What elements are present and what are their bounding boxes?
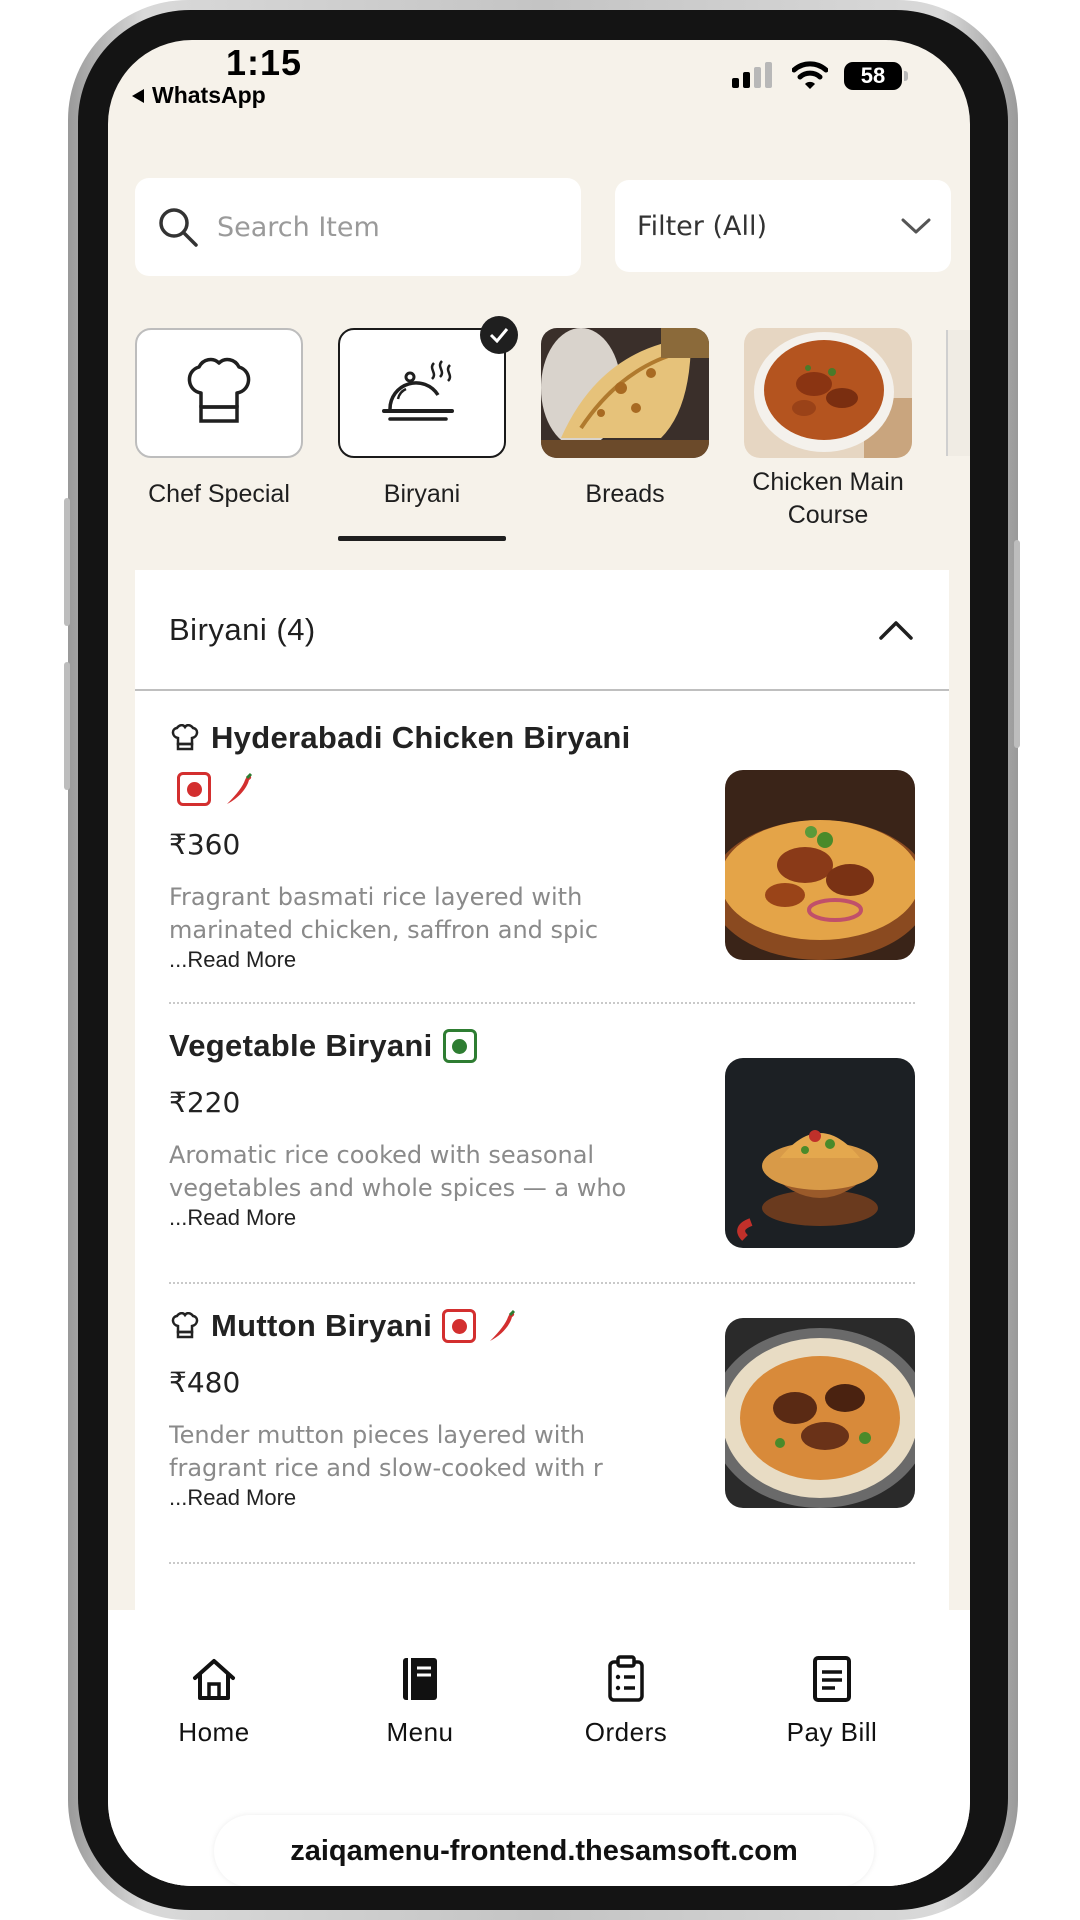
back-app-label: WhatsApp [152, 82, 266, 108]
non-veg-icon [442, 1309, 477, 1343]
item-name: Hyderabadi Chicken Biryani [211, 720, 631, 755]
battery-cap [904, 71, 908, 81]
chicken-curry-photo [744, 328, 912, 458]
item-photo [725, 1058, 915, 1248]
chef-special-icon [171, 724, 199, 751]
browser-url-bar[interactable]: zaiqamenu-frontend.thesamsoft.com [214, 1815, 874, 1886]
category-chicken-main-course[interactable]: Chicken Main Course [744, 328, 912, 532]
item-description: Fragrant basmati rice layered with marin… [169, 883, 599, 944]
item-photo [725, 1318, 915, 1508]
category-label: Chicken Main Course [752, 468, 904, 529]
category-chef-special[interactable]: Chef Special [135, 328, 303, 511]
selected-check-icon [480, 316, 518, 354]
item-title-row: Vegetable Biryani [169, 1028, 689, 1064]
item-name: Vegetable Biryani [169, 1028, 433, 1063]
menu-item[interactable]: Vegetable Biryani ₹220 Aromatic rice coo… [169, 1028, 915, 1284]
category-breads[interactable]: Breads [541, 328, 709, 511]
nav-home[interactable]: Home [134, 1654, 294, 1748]
status-time: 1:15 [226, 42, 303, 83]
nav-orders[interactable]: Orders [546, 1654, 706, 1748]
phone-side-button [64, 662, 70, 790]
category-biryani[interactable]: Biryani [338, 316, 518, 511]
nav-label: Home [178, 1717, 250, 1747]
search-box[interactable] [135, 178, 581, 276]
item-name: Mutton Biryani [211, 1308, 433, 1343]
chef-hat-icon [187, 357, 251, 423]
breads-photo [541, 328, 709, 458]
battery-icon: 58 [844, 62, 902, 90]
item-description: Tender mutton pieces layered with fragra… [169, 1421, 603, 1482]
search-input[interactable] [217, 211, 517, 243]
item-photo [725, 770, 915, 960]
cellular-signal-icon [732, 62, 772, 88]
category-thumbnail [135, 328, 303, 458]
phone-side-button [64, 498, 70, 626]
non-veg-icon [177, 772, 211, 806]
back-to-app-link[interactable]: WhatsApp [132, 82, 266, 109]
active-category-underline [338, 536, 506, 541]
category-thumbnail [338, 328, 506, 458]
category-label: Biryani [383, 480, 461, 508]
category-next-peek [946, 330, 970, 456]
item-description: Aromatic rice cooked with seasonal veget… [169, 1141, 627, 1202]
wifi-icon [792, 61, 828, 89]
item-title-row: Hyderabadi Chicken Biryani [169, 720, 689, 756]
category-label: Chef Special [148, 480, 290, 508]
menu-item[interactable]: Hyderabadi Chicken Biryani ₹360 Fragrant… [169, 720, 915, 1004]
nav-label: Menu [386, 1717, 454, 1747]
search-icon [159, 208, 198, 247]
nav-menu[interactable]: Menu [340, 1654, 500, 1748]
nav-pay-bill[interactable]: Pay Bill [752, 1654, 912, 1748]
menu-book-icon [403, 1658, 437, 1700]
chevron-up-icon[interactable] [879, 620, 913, 640]
nav-label: Orders [584, 1717, 668, 1747]
clipboard-icon [608, 1655, 644, 1702]
menu-item[interactable]: Mutton Biryani ₹480 Tender mutton pieces… [169, 1308, 915, 1564]
chef-special-icon [171, 1312, 199, 1339]
cloche-icon [382, 360, 454, 421]
chili-pepper-icon [490, 1309, 516, 1341]
veg-icon [442, 1029, 477, 1063]
chili-pepper-icon [227, 772, 253, 804]
item-title-row: Mutton Biryani [169, 1308, 689, 1344]
section-title: Biryani (4) [169, 611, 316, 647]
chevron-down-icon [901, 218, 931, 234]
filter-dropdown[interactable]: Filter (All) [615, 180, 951, 272]
home-icon [193, 1659, 235, 1700]
category-label: Breads [585, 480, 665, 508]
filter-label: Filter (All) [637, 210, 767, 242]
bill-icon [813, 1656, 851, 1702]
back-arrow-icon [132, 88, 144, 103]
screen: 1:15 WhatsApp 58 Filter (All) [108, 40, 970, 1886]
nav-label: Pay Bill [786, 1717, 878, 1747]
phone-side-button [1014, 540, 1020, 748]
section-header[interactable]: Biryani (4) [135, 570, 949, 691]
